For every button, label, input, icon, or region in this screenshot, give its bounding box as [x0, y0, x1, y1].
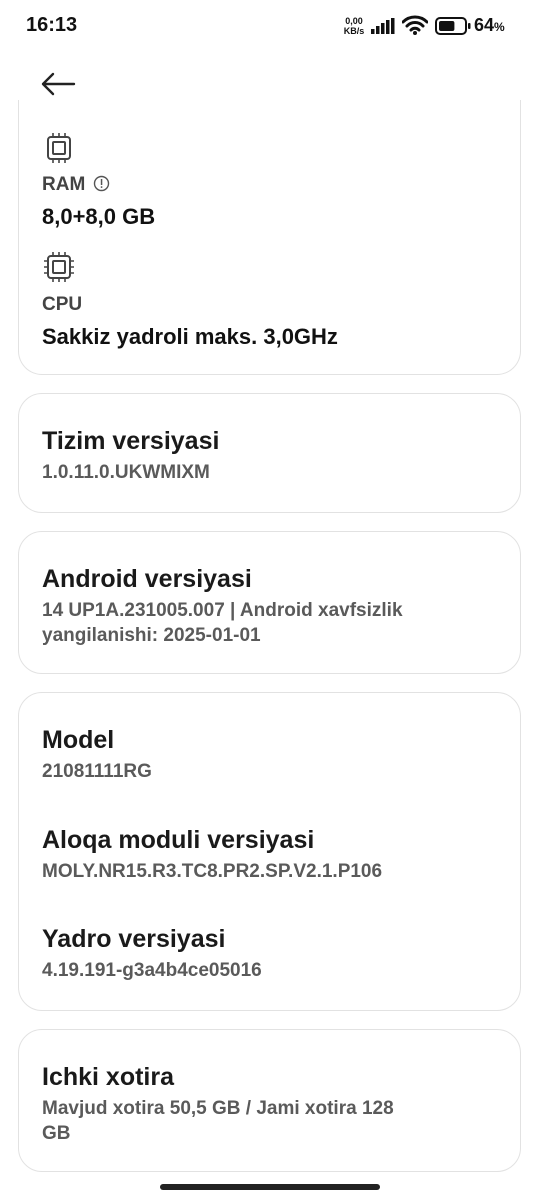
arrow-left-icon	[41, 72, 76, 96]
model-title: Model	[42, 726, 115, 754]
clock: 16:13	[26, 14, 78, 36]
baseband-version-value: MOLY.NR15.R3.TC8.PR2.SP.V2.1.P106	[42, 861, 383, 882]
kernel-version-value: 4.19.191-g3a4b4ce05016	[42, 960, 262, 981]
network-speed-unit: KB/s	[343, 26, 365, 36]
ram-value: 8,0+8,0 GB	[42, 204, 156, 229]
system-version-title: Tizim versiyasi	[42, 427, 220, 455]
wifi-icon	[402, 15, 428, 35]
baseband-version-title: Aloqa moduli versiyasi	[42, 826, 315, 854]
android-version-card[interactable]: Android versiyasi 14 UP1A.231005.007 | A…	[18, 531, 521, 674]
chip-icon	[47, 133, 71, 163]
storage-value: Mavjud xotira 50,5 GB / Jami xotira 128 …	[42, 1096, 502, 1146]
storage-card[interactable]: Ichki xotira Mavjud xotira 50,5 GB / Jam…	[18, 1029, 521, 1172]
hardware-card: RAM 8,0+8,0 GB CPU Sakkiz yadroli maks. …	[18, 100, 521, 375]
ram-label: RAM	[42, 174, 110, 196]
back-button[interactable]	[38, 64, 78, 104]
android-version-value-line1: 14 UP1A.231005.007 | Android xavfsizlik	[42, 600, 403, 621]
processor-icon	[44, 252, 74, 282]
battery-percentage-unit: %	[494, 20, 505, 34]
model-value: 21081111RG	[42, 761, 152, 782]
storage-value-line1: Mavjud xotira 50,5 GB / Jami xotira 128	[42, 1098, 394, 1119]
kernel-version-title: Yadro versiyasi	[42, 925, 226, 953]
network-speed-value: 0,00	[345, 16, 363, 26]
storage-title: Ichki xotira	[42, 1063, 174, 1091]
battery-percentage: 64%	[474, 15, 505, 36]
battery-icon	[435, 17, 471, 35]
status-bar: 16:13 0,00 KB/s 64%	[0, 0, 540, 54]
device-info-card: Model 21081111RG Aloqa moduli versiyasi …	[18, 692, 521, 1011]
home-indicator[interactable]	[160, 1184, 380, 1190]
android-version-value: 14 UP1A.231005.007 | Android xavfsizlik …	[42, 598, 502, 648]
cellular-signal-icon	[371, 18, 395, 34]
cpu-value: Sakkiz yadroli maks. 3,0GHz	[42, 324, 338, 349]
battery-percentage-value: 64	[474, 15, 495, 35]
storage-value-line2: GB	[42, 1123, 71, 1144]
system-version-card[interactable]: Tizim versiyasi 1.0.11.0.UKWMIXM	[18, 393, 521, 513]
android-version-title: Android versiyasi	[42, 565, 252, 593]
android-version-value-line2: yangilanishi: 2025-01-01	[42, 625, 261, 646]
network-speed: 0,00 KB/s	[340, 16, 368, 36]
ram-label-text: RAM	[42, 174, 86, 195]
info-icon[interactable]	[93, 175, 110, 192]
cpu-label: CPU	[42, 294, 83, 315]
system-version-value: 1.0.11.0.UKWMIXM	[42, 462, 210, 483]
